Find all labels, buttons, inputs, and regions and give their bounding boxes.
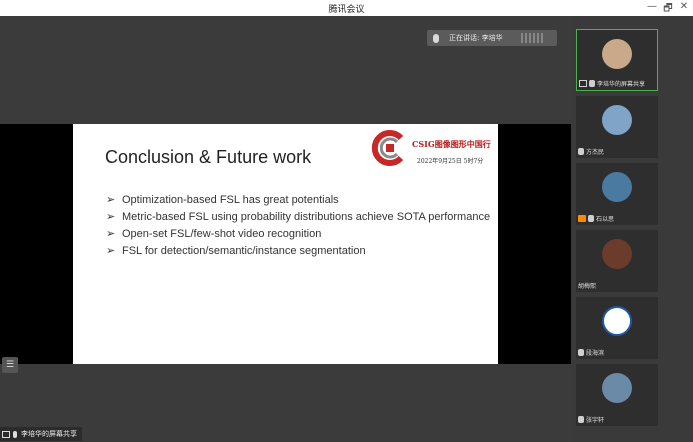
mic-icon — [588, 215, 594, 222]
list-item: ➢ FSL for detection/semantic/instance seg… — [106, 245, 366, 257]
presentation-slide: Conclusion & Future work CSIG图像图形中国行 202… — [73, 124, 498, 364]
participant-tile[interactable]: 方杰民 — [576, 96, 658, 158]
arrow-bullet-icon: ➢ — [106, 245, 116, 257]
participant-tile[interactable]: 胡梅熙 — [576, 230, 658, 292]
window-title: 腾讯会议 — [328, 5, 365, 15]
close-icon[interactable]: ✕ — [678, 1, 690, 12]
mic-icon — [578, 416, 584, 423]
mic-icon — [578, 148, 584, 155]
participant-name: 石以思 — [596, 216, 615, 223]
avatar — [602, 105, 632, 135]
title-bar: 腾讯会议 — 🗗 ✕ — [0, 0, 693, 16]
avatar — [602, 172, 632, 202]
meeting-stage: 正在讲话: 李培华 Conclusion & Future work CSIG图… — [0, 16, 571, 442]
csig-logo-mark-icon — [371, 130, 404, 166]
speaking-indicator: 正在讲话: 李培华 — [427, 30, 557, 46]
avatar — [602, 39, 632, 69]
logo-date: 2022年9月25日 5时7分 — [417, 158, 484, 165]
arrow-bullet-icon: ➢ — [106, 211, 116, 223]
list-item: ➢ Open-set FSL/few-shot video recognition — [106, 228, 322, 240]
screen-share-area: Conclusion & Future work CSIG图像图形中国行 202… — [0, 124, 571, 364]
audio-level-icon — [520, 33, 543, 43]
avatar — [602, 239, 632, 269]
csig-logo: CSIG图像图形中国行 2022年9月25日 5时7分 — [371, 128, 493, 174]
list-item: ➢ Metric-based FSL using probability dist… — [106, 211, 491, 223]
screen-share-tag: 李培华的屏幕共享 — [0, 427, 82, 441]
list-item: ➢ Optimization-based FSL has great potent… — [106, 194, 339, 206]
speaking-label: 正在讲话: 李培华 — [449, 34, 503, 42]
participant-sidebar: 李培华的屏幕共享 方杰民 石以思 胡梅熙 段海滨 张宇轩 — [571, 16, 693, 442]
logo-org-name: CSIG图像图形中国行 — [412, 139, 491, 149]
participant-name: 张宇轩 — [586, 417, 605, 424]
screen-icon — [579, 80, 587, 87]
mic-icon — [433, 33, 439, 43]
list-icon[interactable]: ☰ — [2, 357, 18, 373]
arrow-bullet-icon: ➢ — [106, 194, 116, 206]
participant-tile[interactable]: 石以思 — [576, 163, 658, 225]
participant-name: 方杰民 — [586, 149, 605, 156]
arrow-bullet-icon: ➢ — [106, 228, 116, 240]
mic-icon — [589, 80, 595, 87]
mic-icon — [578, 349, 584, 356]
participant-name: 李培华的屏幕共享 — [597, 81, 646, 88]
slide-title: Conclusion & Future work — [105, 147, 312, 167]
avatar — [602, 306, 632, 336]
participant-tile[interactable]: 张宇轩 — [576, 364, 658, 426]
participant-tile[interactable]: 李培华的屏幕共享 — [576, 29, 658, 91]
mic-icon — [13, 430, 17, 438]
minimize-icon[interactable]: — — [646, 1, 658, 12]
participant-tile[interactable]: 段海滨 — [576, 297, 658, 359]
camera-off-icon — [578, 215, 586, 222]
slide-bullet-list: ➢ Optimization-based FSL has great potent… — [106, 194, 496, 262]
participant-name: 胡梅熙 — [578, 283, 597, 290]
screen-share-label: 李培华的屏幕共享 — [21, 430, 77, 438]
avatar — [602, 373, 632, 403]
participant-name: 段海滨 — [586, 350, 605, 357]
screen-icon — [2, 430, 10, 438]
